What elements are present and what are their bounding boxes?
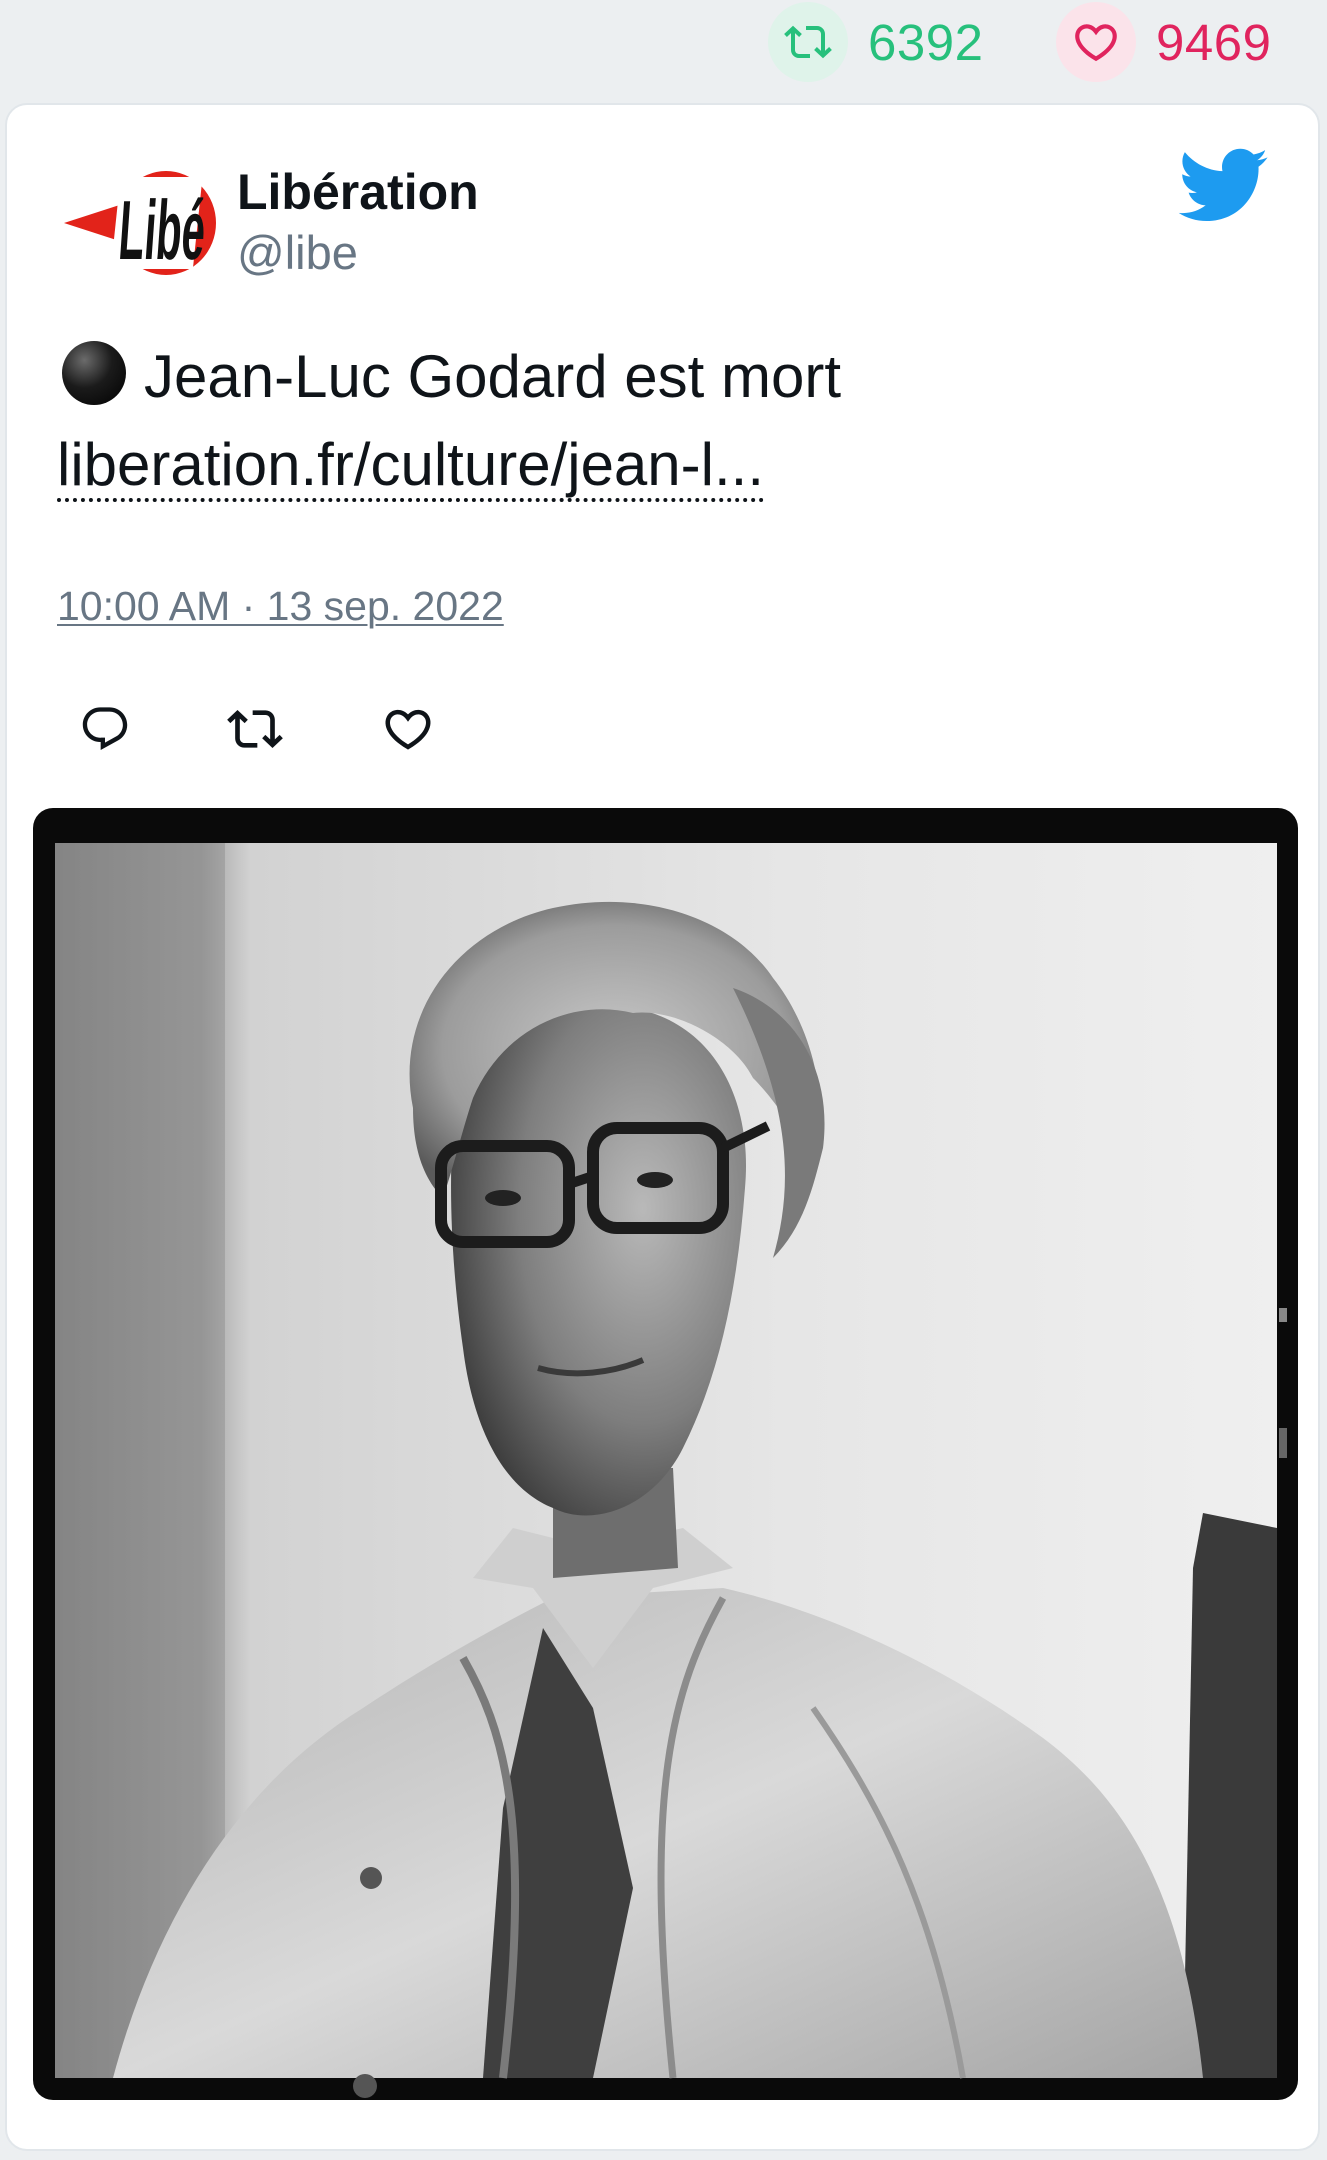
tweet-actions — [65, 699, 465, 759]
author-handle[interactable]: @libe — [237, 225, 358, 280]
heart-action-icon — [385, 709, 431, 750]
reply-icon — [82, 707, 128, 751]
tweet-timestamp[interactable]: 10:00 AM · 13 sep. 2022 — [57, 583, 504, 630]
retweet-count-stat[interactable]: 6392 — [768, 2, 983, 82]
like-button[interactable] — [378, 699, 438, 759]
tweet-text: Jean-Luc Godard est mort liberation.fr/c… — [57, 333, 841, 509]
retweet-count: 6392 — [868, 13, 984, 71]
svg-text:Libé: Libé — [116, 183, 209, 277]
retweet-button[interactable] — [225, 699, 285, 759]
reply-button[interactable] — [75, 699, 135, 759]
like-count-stat[interactable]: 9469 — [1056, 2, 1271, 82]
tweet-photo[interactable] — [33, 808, 1298, 2100]
black-circle-emoji-icon — [62, 341, 126, 405]
tweet-stats-bar: 6392 9469 — [0, 0, 1327, 100]
tweet-card: Libé Libération @libe Jean-Luc Godard es… — [5, 103, 1320, 2151]
tweet-body: Jean-Luc Godard est mort — [144, 343, 842, 410]
heart-icon — [1056, 2, 1136, 82]
like-count: 9469 — [1156, 13, 1272, 71]
avatar[interactable]: Libé — [62, 163, 227, 283]
author-name[interactable]: Libération — [237, 163, 479, 221]
retweet-action-icon — [227, 710, 283, 748]
tweet-link[interactable]: liberation.fr/culture/jean-l... — [57, 432, 764, 502]
twitter-bird-icon[interactable] — [1175, 145, 1269, 225]
retweet-icon — [768, 2, 848, 82]
